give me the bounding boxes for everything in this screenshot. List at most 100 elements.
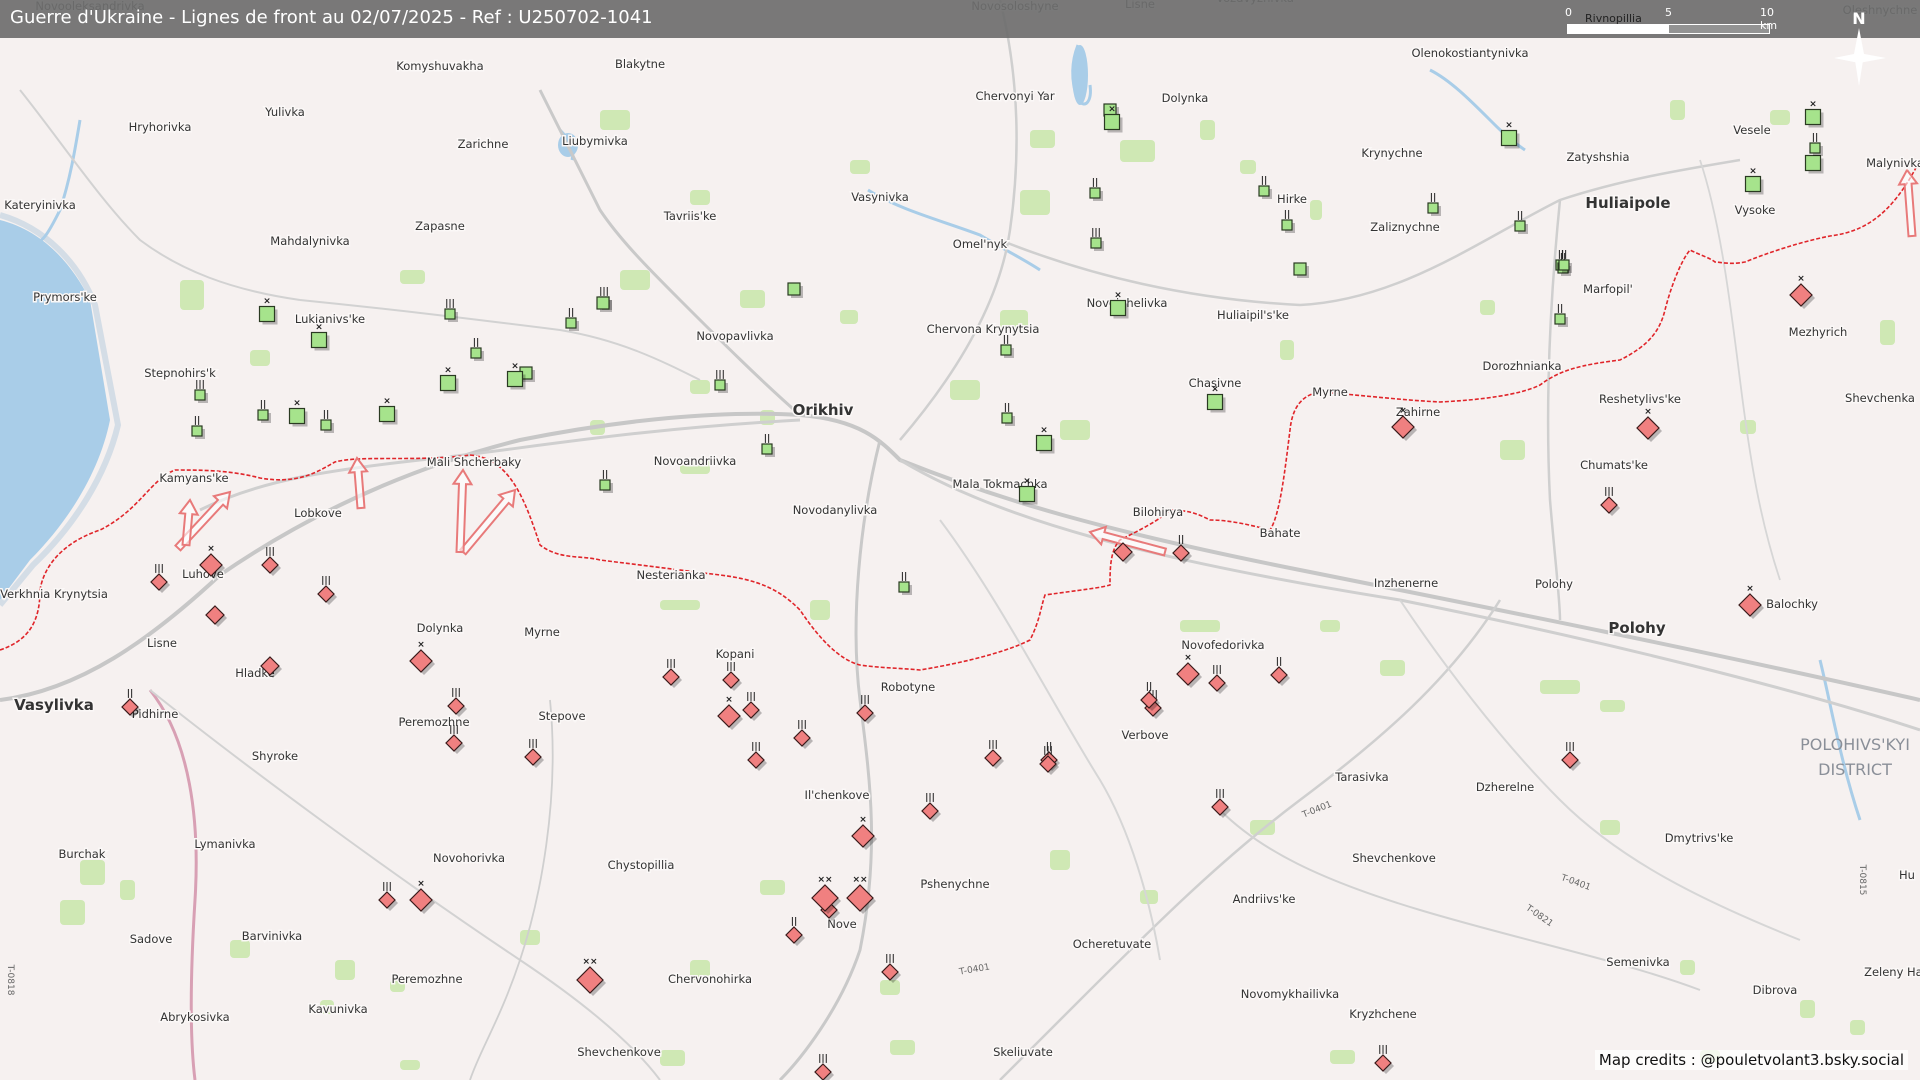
ukrainian-unit[interactable] <box>191 425 203 437</box>
ukrainian-unit[interactable] <box>506 370 524 388</box>
vegetation-patch <box>1600 820 1620 835</box>
unit-echelon-label: ×× <box>582 957 597 967</box>
ukrainian-unit[interactable] <box>787 282 801 296</box>
unit-echelon-label: || <box>1284 210 1291 220</box>
place-label: Abrykosivka <box>160 1010 229 1024</box>
ukrainian-unit[interactable] <box>596 296 610 310</box>
vegetation-patch <box>1600 700 1625 712</box>
place-label: Polohy <box>1608 619 1665 637</box>
unit-echelon-label: || <box>1430 193 1437 203</box>
vegetation-patch <box>1770 110 1790 125</box>
unit-echelon-label: × <box>1749 167 1757 177</box>
unit-echelon-label: || <box>901 572 908 582</box>
ukrainian-unit[interactable] <box>714 379 726 391</box>
ukrainian-unit[interactable] <box>1281 219 1293 231</box>
ukrainian-unit[interactable] <box>1744 175 1762 193</box>
unit-echelon-label: || <box>764 434 771 444</box>
ukrainian-unit[interactable] <box>1804 108 1822 126</box>
place-label: Sadove <box>130 932 173 946</box>
ukrainian-unit[interactable] <box>439 374 457 392</box>
vegetation-patch <box>1180 620 1220 632</box>
unit-echelon-label: ||| <box>1091 228 1101 238</box>
place-label: Lisne <box>147 636 177 650</box>
place-label: Olenokostiantynivka <box>1411 46 1528 60</box>
unit-echelon-label: || <box>1557 304 1564 314</box>
ukrainian-unit[interactable] <box>257 409 269 421</box>
unit-echelon-label: || <box>1276 657 1283 667</box>
unit-echelon-label: ||| <box>925 793 935 803</box>
ukrainian-unit[interactable] <box>599 479 611 491</box>
ukrainian-unit[interactable] <box>470 347 482 359</box>
unit-echelon-label: || <box>1561 250 1568 260</box>
unit-echelon-label: || <box>1261 176 1268 186</box>
place-label: Polohy <box>1535 577 1573 591</box>
unit-echelon-label: × <box>1114 291 1122 301</box>
ukrainian-unit[interactable] <box>1206 393 1224 411</box>
place-label: Tavriis'ke <box>663 209 717 223</box>
unit-echelon-label: ||| <box>445 299 455 309</box>
unit-echelon-label: × <box>444 366 452 376</box>
ukrainian-unit[interactable] <box>1554 313 1566 325</box>
unit-echelon-label: || <box>1146 682 1153 692</box>
unit-echelon-label: × <box>417 879 425 889</box>
map-canvas[interactable]: NovooleksandrivkaNovosoloshyneLisneVozdv… <box>0 0 1920 1080</box>
ukrainian-unit[interactable] <box>1293 262 1307 276</box>
unit-echelon-label: ||| <box>382 882 392 892</box>
ukrainian-unit[interactable] <box>258 305 276 323</box>
ukrainian-unit[interactable] <box>1103 113 1121 131</box>
place-label: Myrne <box>1312 385 1348 399</box>
ukrainian-unit[interactable] <box>1035 434 1053 452</box>
place-label: Huliaipil's'ke <box>1217 308 1289 322</box>
ukrainian-unit[interactable] <box>1500 129 1518 147</box>
ukrainian-unit[interactable] <box>1109 299 1127 317</box>
place-label: Kateryinivka <box>4 198 76 212</box>
place-label: Liubymivka <box>562 134 628 148</box>
place-label: Chervonohirka <box>668 972 752 986</box>
scale-label-5: 5 <box>1665 6 1672 19</box>
unit-echelon-label: × <box>207 544 215 554</box>
vegetation-patch <box>1380 660 1405 676</box>
unit-echelon-label: || <box>194 416 201 426</box>
place-label: Lymanivka <box>194 837 255 851</box>
place-label: Mali Shcherbaky <box>427 455 522 469</box>
place-label: Novoandriivka <box>654 454 737 468</box>
place-label: Vysoke <box>1735 203 1776 217</box>
ukrainian-unit[interactable] <box>310 331 328 349</box>
ukrainian-unit[interactable] <box>1258 185 1270 197</box>
lake <box>1072 45 1088 105</box>
ukrainian-unit[interactable] <box>1000 344 1012 356</box>
ukrainian-unit[interactable] <box>1001 412 1013 424</box>
unit-echelon-label: ||| <box>265 547 275 557</box>
vegetation-patch <box>335 960 355 980</box>
scale-bar: 0 5 10 km Rivnopillia <box>1565 6 1777 36</box>
north-star-horizontal <box>1834 53 1886 63</box>
vegetation-patch <box>890 1040 915 1055</box>
unit-echelon-label: ||| <box>726 662 736 672</box>
unit-echelon-label: || <box>1812 133 1819 143</box>
ukrainian-unit[interactable] <box>761 443 773 455</box>
ukrainian-unit[interactable] <box>444 308 456 320</box>
ukrainian-unit[interactable] <box>565 317 577 329</box>
ukrainian-unit[interactable] <box>1089 187 1101 199</box>
place-label: Shevchenkove <box>1352 851 1436 865</box>
ukrainian-unit[interactable] <box>320 419 332 431</box>
unit-echelon-label: × <box>1399 406 1407 416</box>
district-label-line: POLOHIVS'KYI <box>1800 735 1910 754</box>
vegetation-patch <box>880 980 900 995</box>
place-label: Shyroke <box>252 749 298 763</box>
ukrainian-unit[interactable] <box>194 389 206 401</box>
ukrainian-unit[interactable] <box>288 407 306 425</box>
ukrainian-unit[interactable] <box>1558 259 1570 271</box>
ukrainian-unit[interactable] <box>1427 202 1439 214</box>
vegetation-patch <box>850 160 870 174</box>
place-label: Ocheretuvate <box>1073 937 1152 951</box>
place-label: Malynivka <box>1866 156 1920 170</box>
ukrainian-unit[interactable] <box>1090 237 1102 249</box>
ukrainian-unit[interactable] <box>1804 154 1822 172</box>
ukrainian-unit[interactable] <box>378 405 396 423</box>
ukrainian-unit[interactable] <box>1018 485 1036 503</box>
ukrainian-unit[interactable] <box>1809 142 1821 154</box>
unit-echelon-label: || <box>1178 535 1185 545</box>
ukrainian-unit[interactable] <box>1514 220 1526 232</box>
ukrainian-unit[interactable] <box>898 581 910 593</box>
